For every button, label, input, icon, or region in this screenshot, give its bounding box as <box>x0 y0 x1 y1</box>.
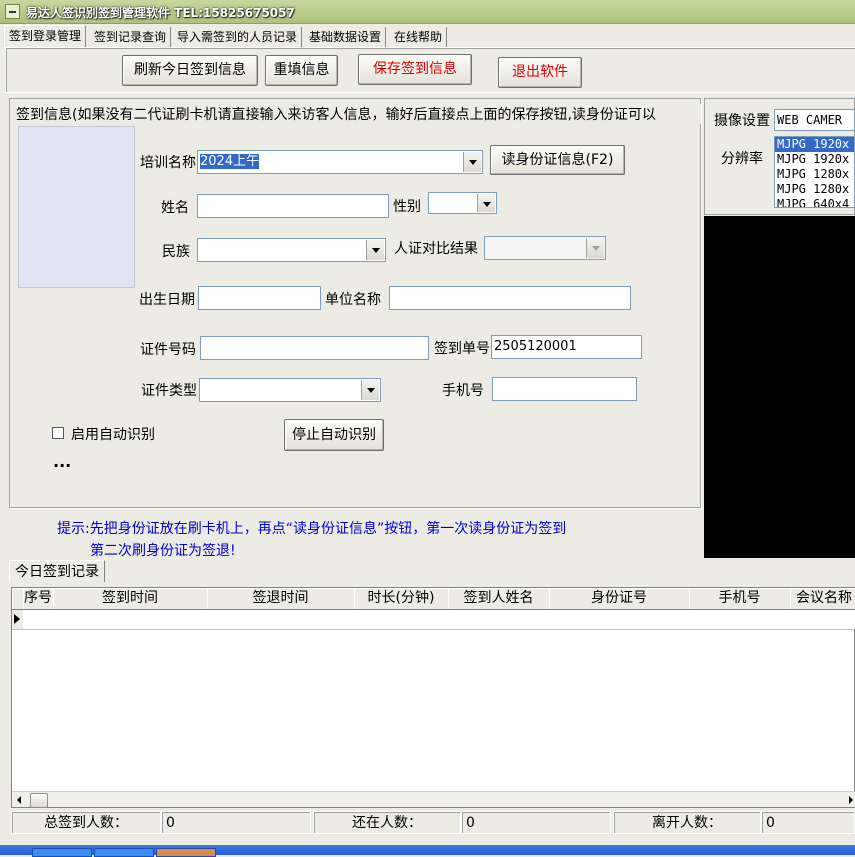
order-number-label: 签到单号 <box>434 341 490 357</box>
tab-record-query[interactable]: 签到记录查询 <box>90 27 172 47</box>
reset-button[interactable]: 重填信息 <box>265 55 338 86</box>
column-header[interactable]: 签退时间 <box>207 588 355 610</box>
resolution-list[interactable]: MJPG 1920x MJPG 1920x MJPG 1280x MJPG 12… <box>774 136 855 208</box>
left-count-label: 离开人数： <box>613 811 761 834</box>
chevron-down-icon[interactable] <box>463 152 481 172</box>
scroll-left-icon[interactable] <box>17 796 21 804</box>
training-label: 培训名称 <box>140 155 196 171</box>
phone-label: 手机号 <box>442 383 484 399</box>
hint-line-2: 第二次刷身份证为签退! <box>90 543 236 559</box>
camera-device-select[interactable]: WEB CAMER <box>774 109 855 131</box>
total-count-label: 总签到人数： <box>11 811 161 834</box>
main-tabs: 签到登录管理 签到记录查询 导入需签到的人员记录 基础数据设置 在线帮助 <box>0 25 855 48</box>
chevron-down-icon[interactable] <box>366 240 384 260</box>
camera-preview <box>704 216 855 558</box>
taskbar-button[interactable] <box>32 848 92 857</box>
resolution-item[interactable]: MJPG 1280x <box>775 182 854 197</box>
status-bar: 总签到人数： 0 还在人数： 0 离开人数： 0 <box>11 811 855 835</box>
resolution-item[interactable]: MJPG 1920x <box>775 152 854 167</box>
table-cell[interactable] <box>207 610 355 630</box>
status-dots: ... <box>53 452 72 471</box>
table-cell[interactable] <box>354 610 449 630</box>
column-header[interactable]: 签到时间 <box>53 588 208 610</box>
table-cell[interactable] <box>53 610 208 630</box>
name-label: 姓名 <box>161 200 189 216</box>
column-header[interactable]: 序号 <box>23 588 54 610</box>
column-header[interactable]: 会议名称 <box>790 588 855 610</box>
total-count-value: 0 <box>161 811 311 834</box>
taskbar-button[interactable] <box>94 848 154 857</box>
present-count-label: 还在人数： <box>313 811 461 834</box>
id-type-label: 证件类型 <box>141 383 197 399</box>
taskbar <box>0 845 855 857</box>
column-header[interactable]: 签到人姓名 <box>448 588 550 610</box>
exit-button[interactable]: 退出软件 <box>498 57 582 88</box>
id-type-select[interactable] <box>199 378 381 402</box>
current-row-icon <box>14 614 20 624</box>
scroll-right-icon[interactable] <box>849 796 853 804</box>
unit-field[interactable] <box>389 286 631 310</box>
gender-select[interactable] <box>428 192 497 214</box>
compare-label: 人证对比结果 <box>394 241 478 257</box>
auto-recognize-checkbox[interactable] <box>52 427 64 439</box>
table-cell[interactable] <box>549 610 690 630</box>
window-menu-icon[interactable] <box>5 4 20 19</box>
auto-recognize-label: 启用自动识别 <box>71 427 155 443</box>
birth-label: 出生日期 <box>139 292 195 308</box>
save-signin-button[interactable]: 保存签到信息 <box>358 54 472 85</box>
name-field[interactable] <box>197 194 389 218</box>
resolution-item[interactable]: MJPG 640x4 <box>775 197 854 207</box>
records-grid[interactable]: 序号 签到时间 签退时间 时长(分钟) 签到人姓名 身份证号 手机号 会议名称 <box>11 587 855 808</box>
id-number-label: 证件号码 <box>140 342 196 358</box>
column-header[interactable]: 时长(分钟) <box>354 588 449 610</box>
resolution-label: 分辨率 <box>721 151 763 167</box>
chevron-down-icon[interactable] <box>477 194 495 212</box>
tab-signin-management[interactable]: 签到登录管理 <box>4 25 87 48</box>
resolution-item[interactable]: MJPG 1280x <box>775 167 854 182</box>
taskbar-button[interactable] <box>156 848 216 857</box>
signin-group-title: 签到信息(如果没有二代证刷卡机请直接输入来访客人信息，输好后直接点上面的保存按钮… <box>16 104 701 124</box>
birth-field[interactable] <box>198 286 321 310</box>
left-count-value: 0 <box>761 811 855 834</box>
ethnic-label: 民族 <box>162 244 190 260</box>
camera-device-label: 摄像设置 <box>714 113 770 129</box>
order-number-field[interactable]: 2505120001 <box>491 335 642 359</box>
tab-online-help[interactable]: 在线帮助 <box>390 27 448 47</box>
chevron-down-icon <box>586 238 604 258</box>
horizontal-scrollbar[interactable] <box>12 791 855 808</box>
scroll-thumb[interactable] <box>30 793 48 808</box>
hint-line-1: 提示:先把身份证放在刷卡机上，再点“读身份证信息”按钮，第一次读身份证为签到 <box>57 521 567 537</box>
column-header[interactable]: 身份证号 <box>549 588 690 610</box>
training-value: 2024上午 <box>200 154 260 169</box>
tab-import-people[interactable]: 导入需签到的人员记录 <box>173 27 303 47</box>
window-title: 易达人签识别签到管理软件 TEL:15825675057 <box>26 6 295 20</box>
column-header[interactable]: 手机号 <box>689 588 791 610</box>
compare-select <box>484 236 606 260</box>
id-number-field[interactable] <box>200 336 429 360</box>
unit-label: 单位名称 <box>325 292 381 308</box>
gender-label: 性别 <box>393 199 421 215</box>
table-cell[interactable] <box>448 610 550 630</box>
phone-field[interactable] <box>492 377 637 401</box>
tab-today-records[interactable]: 今日签到记录 <box>9 560 105 582</box>
refresh-today-button[interactable]: 刷新今日签到信息 <box>122 55 258 86</box>
training-select[interactable]: 2024上午 <box>197 150 483 174</box>
resolution-item[interactable]: MJPG 1920x <box>775 137 854 152</box>
read-id-button[interactable]: 读身份证信息(F2) <box>490 145 625 175</box>
id-photo <box>18 126 135 288</box>
table-cell[interactable] <box>790 610 855 630</box>
stop-auto-recognize-button[interactable]: 停止自动识别 <box>284 419 384 451</box>
tab-basic-settings[interactable]: 基础数据设置 <box>305 27 387 47</box>
table-cell[interactable] <box>23 610 54 630</box>
table-cell[interactable] <box>689 610 791 630</box>
chevron-down-icon[interactable] <box>361 380 379 400</box>
title-bar: 易达人签识别签到管理软件 TEL:15825675057 <box>0 0 855 24</box>
ethnic-select[interactable] <box>197 238 386 262</box>
present-count-value: 0 <box>461 811 611 834</box>
